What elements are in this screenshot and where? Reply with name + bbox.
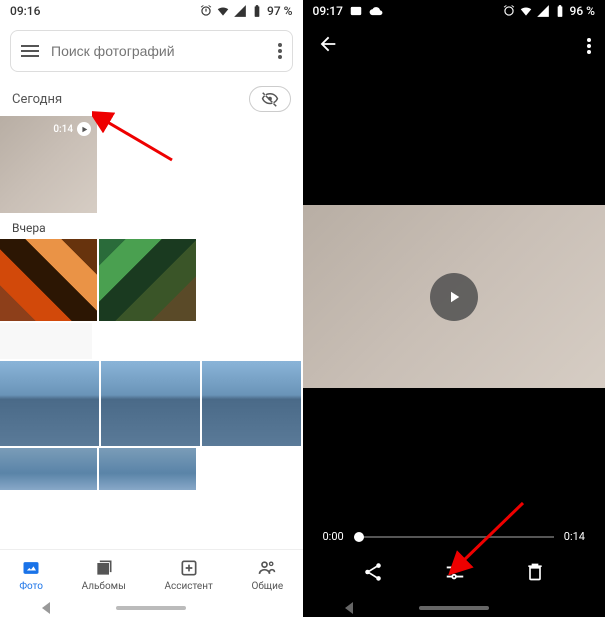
assistant-icon: [179, 558, 199, 578]
battery-percent: 97 %: [267, 4, 292, 18]
signal-icon: [233, 4, 247, 18]
photo-thumbnail[interactable]: [202, 361, 301, 446]
trash-icon: [525, 561, 545, 583]
photo-thumbnail[interactable]: [0, 448, 97, 490]
photos-icon: [21, 558, 41, 578]
photo-thumbnail[interactable]: [99, 239, 196, 321]
signal-icon: [536, 4, 550, 18]
delete-button[interactable]: [525, 561, 545, 587]
section-yesterday-label: Вчера: [0, 217, 303, 239]
photo-thumbnail[interactable]: [99, 448, 196, 490]
photo-thumbnail[interactable]: [101, 361, 200, 446]
video-thumbnail[interactable]: 0:14: [0, 116, 97, 213]
section-today-label: Сегодня: [12, 92, 62, 107]
nav-albums[interactable]: Альбомы: [82, 557, 126, 592]
albums-icon: [94, 558, 114, 578]
tune-icon: [444, 561, 466, 583]
status-bar: 09:17 96 %: [303, 0, 605, 22]
sharing-icon: [256, 558, 278, 578]
arrow-left-icon: [317, 33, 339, 55]
battery-percent: 96 %: [570, 4, 595, 18]
system-nav: [303, 599, 605, 617]
clock: 09:17: [313, 4, 343, 18]
visibility-off-icon: [261, 90, 279, 108]
back-button[interactable]: [317, 33, 339, 59]
hide-toggle-button[interactable]: [249, 86, 291, 112]
battery-icon: [553, 4, 567, 18]
share-button[interactable]: [362, 561, 384, 587]
time-current: 0:00: [323, 530, 344, 543]
system-nav: [0, 599, 303, 617]
search-bar[interactable]: [10, 30, 293, 72]
home-pill[interactable]: [116, 606, 186, 610]
battery-icon: [250, 4, 264, 18]
more-icon[interactable]: [587, 38, 591, 54]
video-surface[interactable]: [303, 205, 605, 388]
alarm-icon: [199, 4, 213, 18]
nav-assistant[interactable]: Ассистент: [165, 557, 213, 592]
timeline: 0:00 0:14: [303, 530, 605, 543]
video-duration-badge: 0:14: [53, 122, 91, 136]
clock: 09:16: [10, 4, 40, 18]
photo-thumbnail[interactable]: [0, 323, 92, 359]
scrubber-handle[interactable]: [354, 532, 364, 542]
status-bar: 09:16 97 %: [0, 0, 303, 22]
home-pill[interactable]: [419, 606, 489, 610]
system-back[interactable]: [345, 599, 355, 618]
scrubber[interactable]: [354, 536, 554, 538]
photos-app-screen: 09:16 97 % Сегодня 0:14: [0, 0, 303, 617]
share-icon: [362, 561, 384, 583]
play-icon: [77, 122, 91, 136]
system-back[interactable]: [42, 599, 52, 618]
search-input[interactable]: [51, 43, 278, 59]
alarm-icon: [502, 4, 516, 18]
player-header: [303, 22, 605, 70]
play-button[interactable]: [430, 273, 478, 321]
play-icon: [445, 288, 463, 306]
edit-button[interactable]: [444, 561, 466, 587]
time-total: 0:14: [564, 530, 585, 543]
photo-thumbnail[interactable]: [0, 239, 97, 321]
more-icon[interactable]: [278, 43, 282, 59]
status-icons: 97 %: [199, 4, 292, 18]
action-bar: [303, 561, 605, 587]
bottom-nav: Фото Альбомы Ассистент Общие: [0, 549, 303, 599]
hamburger-icon[interactable]: [21, 45, 39, 57]
wifi-icon: [519, 4, 533, 18]
wifi-icon: [216, 4, 230, 18]
photo-thumbnail[interactable]: [0, 361, 99, 446]
nav-sharing[interactable]: Общие: [251, 557, 283, 592]
image-icon: [349, 4, 363, 18]
cloud-icon: [369, 4, 383, 18]
nav-photos[interactable]: Фото: [19, 557, 43, 592]
video-player-screen: 09:17 96 % 0:00 0:14: [303, 0, 605, 617]
